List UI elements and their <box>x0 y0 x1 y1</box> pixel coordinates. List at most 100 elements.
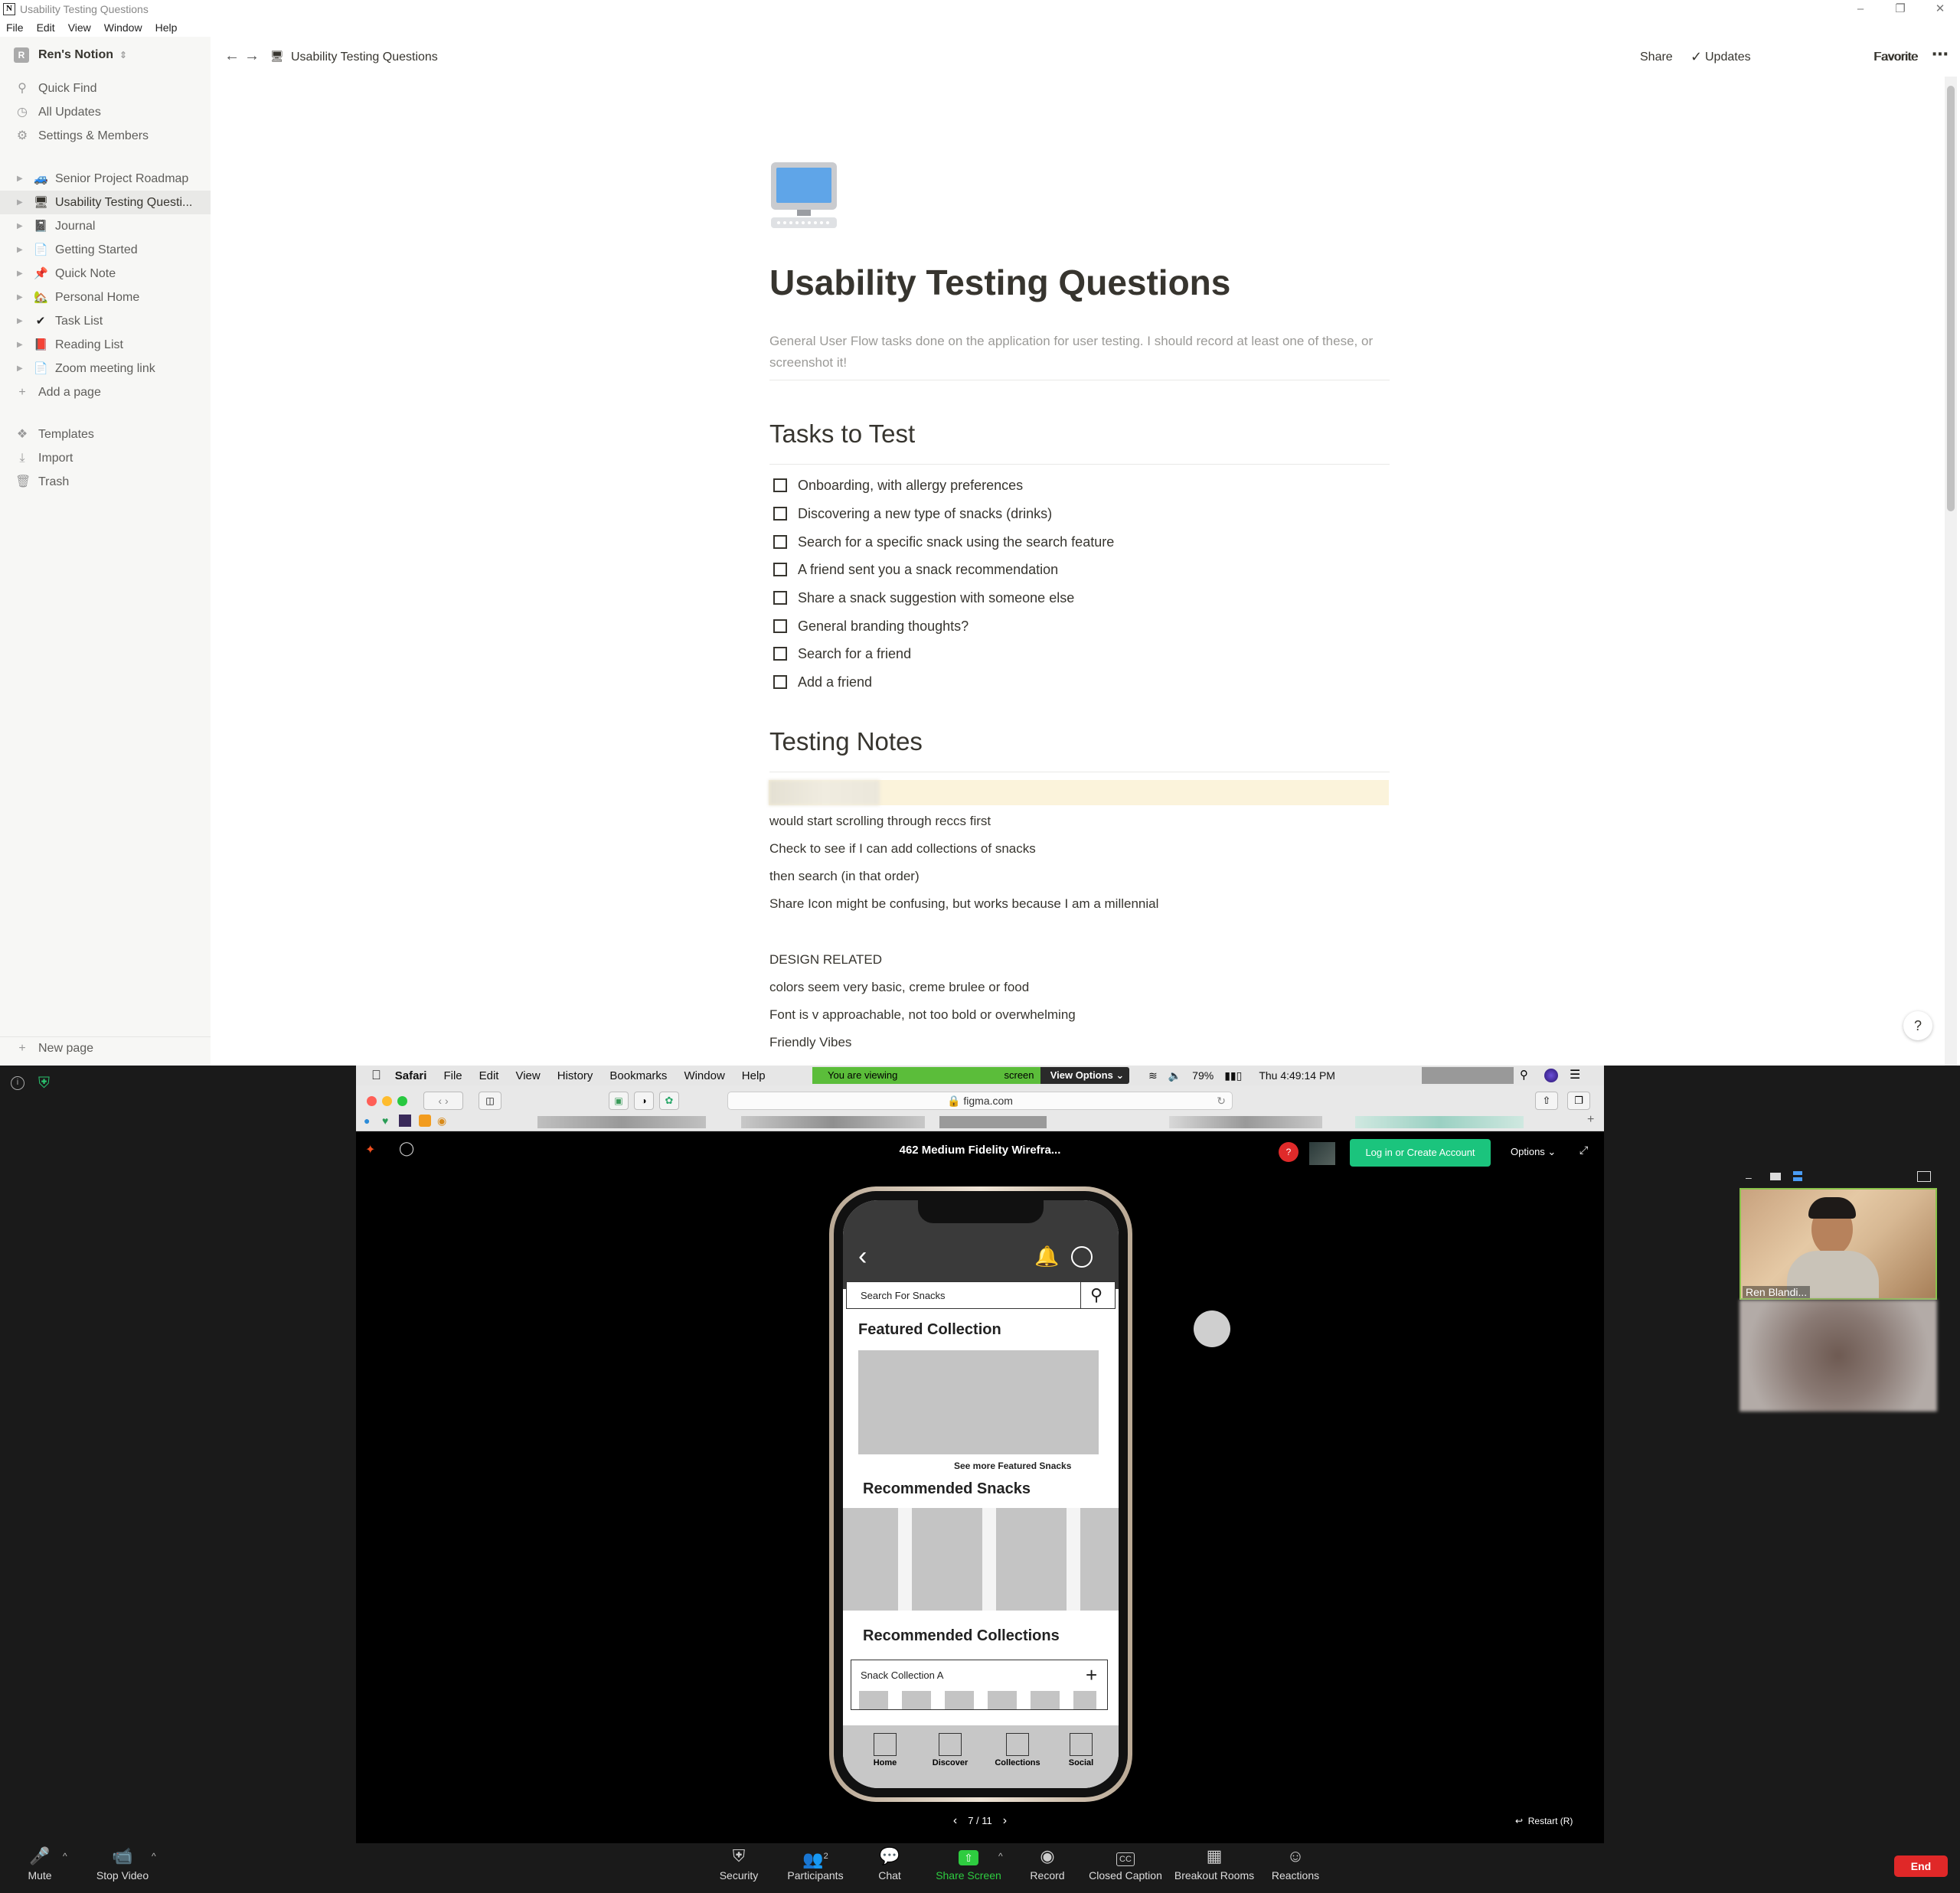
volume-icon[interactable]: 🔈 <box>1168 1067 1181 1084</box>
next-frame-icon[interactable]: › <box>1003 1814 1007 1827</box>
sidebar-page-journal[interactable]: ▶ 📓 Journal <box>0 214 211 238</box>
bookmark-favicon[interactable]: ♥ <box>382 1115 388 1127</box>
stacked-view-icon[interactable] <box>1793 1171 1802 1182</box>
expand-triangle-icon[interactable]: ▶ <box>17 246 24 254</box>
workspace-switcher[interactable]: R Ren's Notion ⇕ <box>14 47 127 63</box>
menu-edit[interactable]: Edit <box>37 21 55 34</box>
note-line[interactable]: Font is v approachable, not too bold or … <box>769 1007 1076 1023</box>
profile-icon[interactable] <box>1071 1246 1093 1268</box>
checkbox[interactable] <box>773 591 787 605</box>
reload-icon[interactable]: ↻ <box>1217 1092 1226 1109</box>
breadcrumb[interactable]: Usability Testing Questions <box>291 51 438 64</box>
sidebar-page-task-list[interactable]: ▶ ✔ Task List <box>0 309 211 333</box>
see-more-link[interactable]: See more Featured Snacks <box>954 1461 1071 1471</box>
restart-button[interactable]: ↩ Restart (R) <box>1515 1816 1573 1826</box>
wireframe-search-bar[interactable]: Search For Snacks ⚲ <box>846 1281 1116 1309</box>
user-avatar-image[interactable] <box>1309 1142 1335 1165</box>
extension-icon[interactable]: ✿ <box>659 1092 679 1110</box>
mac-menu-bookmarks[interactable]: Bookmarks <box>609 1069 667 1082</box>
sidebar-quick-find[interactable]: ⚲ Quick Find <box>0 77 211 100</box>
forward-arrow-icon[interactable]: → <box>244 47 260 65</box>
favorite-button[interactable]: Favorite <box>1873 51 1918 64</box>
minimize-panel-icon[interactable]: – <box>1746 1171 1752 1183</box>
options-dropdown[interactable]: Options ⌄ <box>1511 1146 1556 1158</box>
mac-menu-view[interactable]: View <box>515 1069 540 1082</box>
shield-icon[interactable]: ⛨ <box>38 1075 52 1092</box>
highlighted-block[interactable] <box>769 780 1389 805</box>
sidebar-page-getting-started[interactable]: ▶ 📄 Getting Started <box>0 238 211 262</box>
checkbox[interactable] <box>773 647 787 661</box>
sidebar-page-quick-note[interactable]: ▶ 📌 Quick Note <box>0 262 211 286</box>
snack-carousel[interactable] <box>843 1508 1119 1611</box>
snack-card[interactable] <box>912 1508 982 1611</box>
gallery-view-icon[interactable] <box>1917 1171 1931 1182</box>
bookmark-favicon[interactable]: ◉ <box>437 1115 446 1128</box>
checkbox[interactable] <box>773 507 787 521</box>
checkbox[interactable] <box>773 535 787 549</box>
close-window-icon[interactable] <box>367 1096 377 1106</box>
fullscreen-icon[interactable]: ⤢ <box>1579 1144 1588 1157</box>
back-arrow-icon[interactable]: ← <box>224 47 240 65</box>
zoom-window-icon[interactable] <box>397 1096 407 1106</box>
note-line[interactable]: colors seem very basic, creme brulee or … <box>769 980 1029 995</box>
view-options-button[interactable]: View Options ⌄ <box>1045 1067 1129 1084</box>
checkbox[interactable] <box>773 563 787 576</box>
tab-collections[interactable]: Collections <box>988 1733 1047 1767</box>
redacted-tab[interactable] <box>537 1116 706 1128</box>
menu-help[interactable]: Help <box>155 21 178 34</box>
note-line[interactable]: DESIGN RELATED <box>769 952 882 968</box>
restore-icon[interactable]: ❐ <box>1880 0 1920 18</box>
notes-heading[interactable]: Testing Notes <box>769 727 923 756</box>
more-options-icon[interactable]: ⋯ <box>1932 44 1949 64</box>
todo-item[interactable]: Onboarding, with allergy preferences <box>769 474 1023 497</box>
menu-file[interactable]: File <box>6 21 24 34</box>
mac-menu-safari[interactable]: Safari <box>395 1069 427 1082</box>
siri-icon[interactable] <box>1544 1069 1558 1082</box>
redacted-tab[interactable] <box>939 1116 1047 1128</box>
todo-item[interactable]: General branding thoughts? <box>769 615 969 638</box>
redacted-tab[interactable] <box>1355 1116 1524 1128</box>
sidebar-page-reading-list[interactable]: ▶ 📕 Reading List <box>0 333 211 357</box>
expand-triangle-icon[interactable]: ▶ <box>17 341 24 349</box>
video-options-caret[interactable]: ^ <box>152 1851 156 1862</box>
share-options-caret[interactable]: ^ <box>998 1851 1003 1862</box>
closed-caption-button[interactable]: CC Closed Caption <box>1086 1843 1165 1893</box>
bookmark-favicon[interactable] <box>399 1115 411 1127</box>
tab-social[interactable]: Social <box>1060 1733 1102 1767</box>
minimize-icon[interactable]: – <box>1841 0 1880 18</box>
expand-triangle-icon[interactable]: ▶ <box>17 317 24 325</box>
checkbox[interactable] <box>773 675 787 689</box>
login-button[interactable]: Log in or Create Account <box>1350 1139 1491 1167</box>
close-icon[interactable]: ✕ <box>1920 0 1960 18</box>
todo-item[interactable]: A friend sent you a snack recommendation <box>769 558 1058 581</box>
stop-video-button[interactable]: 📹 Stop Video <box>90 1843 155 1893</box>
bookmark-favicon[interactable]: ● <box>364 1115 370 1127</box>
sidebar-import[interactable]: ⤓ Import <box>0 446 211 470</box>
new-tab-icon[interactable]: + <box>1587 1113 1594 1127</box>
updates-button[interactable]: Updates <box>1705 51 1751 64</box>
snack-card[interactable] <box>1080 1508 1119 1611</box>
snack-card[interactable] <box>996 1508 1067 1611</box>
tab-home[interactable]: Home <box>864 1733 906 1767</box>
apple-icon[interactable]:  <box>371 1068 381 1083</box>
redacted-tab[interactable] <box>1169 1116 1322 1128</box>
new-page-button[interactable]: + New page <box>0 1036 211 1060</box>
note-line[interactable]: Check to see if I can add collections of… <box>769 841 1036 857</box>
todo-item[interactable]: Add a friend <box>769 671 872 694</box>
audio-options-caret[interactable]: ^ <box>63 1851 67 1862</box>
expand-triangle-icon[interactable]: ▶ <box>17 175 24 183</box>
note-line[interactable]: Share Icon might be confusing, but works… <box>769 896 1158 912</box>
expand-triangle-icon[interactable]: ▶ <box>17 269 24 278</box>
note-line[interactable]: would start scrolling through reccs firs… <box>769 814 991 829</box>
menu-window[interactable]: Window <box>104 21 142 34</box>
sidebar-page-usability-testing[interactable]: ▶ 🖥 Usability Testing Questi... <box>0 191 211 214</box>
page-title[interactable]: Usability Testing Questions <box>769 262 1230 303</box>
expand-triangle-icon[interactable]: ▶ <box>17 293 24 302</box>
participants-button[interactable]: 👥2 Participants <box>781 1843 850 1893</box>
plus-icon[interactable]: + <box>1086 1663 1097 1687</box>
end-meeting-button[interactable]: End <box>1894 1855 1948 1877</box>
featured-placeholder[interactable] <box>858 1350 1099 1454</box>
notification-center-icon[interactable]: ☰ <box>1570 1067 1580 1084</box>
share-screen-button[interactable]: ⇧ Share Screen <box>933 1843 1004 1893</box>
sidebar-settings[interactable]: ⚙ Settings & Members <box>0 124 211 148</box>
